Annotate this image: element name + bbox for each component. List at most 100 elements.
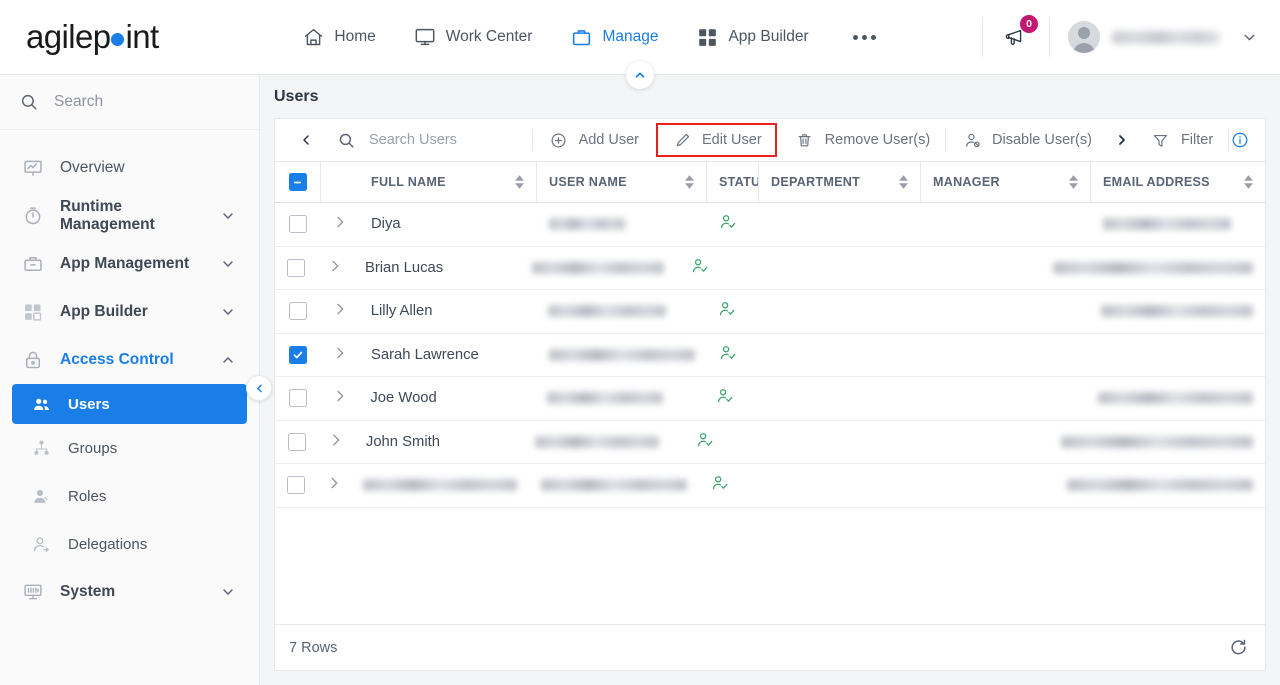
info-button[interactable] xyxy=(1229,131,1265,149)
cell-email-address xyxy=(1086,377,1265,420)
row-checkbox[interactable] xyxy=(289,345,307,364)
table-row[interactable]: Joe Wood xyxy=(275,377,1265,421)
sidebar-nav: Overview Runtime Management App Manageme… xyxy=(0,130,259,616)
row-checkbox[interactable] xyxy=(288,389,307,408)
table-header-row: FULL NAME USER NAME STATUS xyxy=(275,162,1265,203)
header-label-department: DEPARTMENT xyxy=(771,175,861,189)
table-row[interactable]: Brian Lucas xyxy=(275,247,1265,290)
sidebar-item-app-builder[interactable]: App Builder xyxy=(0,288,259,336)
chevron-up-icon xyxy=(217,352,239,368)
header-collapse-button[interactable] xyxy=(626,61,654,89)
header-status[interactable]: STATUS xyxy=(707,162,759,202)
chevron-right-icon xyxy=(332,301,348,321)
sidebar-collapse-button[interactable] xyxy=(246,375,272,401)
system-icon xyxy=(22,582,44,602)
cell-status xyxy=(707,203,759,246)
row-checkbox[interactable] xyxy=(287,258,306,277)
search-icon xyxy=(18,93,40,111)
table-body: Diya Brian Lucas Lilly Allen Sarah Lawrence… xyxy=(275,203,1265,624)
cell-manager xyxy=(917,377,1086,420)
avatar[interactable] xyxy=(1068,21,1100,53)
select-all-cell xyxy=(275,162,321,202)
row-expand-button[interactable] xyxy=(321,334,359,377)
row-expand-button[interactable] xyxy=(321,377,359,420)
header-manager[interactable]: MANAGER xyxy=(921,162,1091,202)
cell-user-name xyxy=(523,421,684,464)
nav-item-manage[interactable]: Manage xyxy=(570,27,658,48)
row-expand-button[interactable] xyxy=(318,421,354,464)
sort-icon[interactable] xyxy=(1244,175,1253,189)
announcements-button[interactable]: 0 xyxy=(1001,15,1038,54)
row-checkbox[interactable] xyxy=(287,432,306,451)
chevron-down-icon[interactable] xyxy=(1238,29,1260,46)
sort-icon[interactable] xyxy=(515,175,524,189)
remove-users-button[interactable]: Remove User(s) xyxy=(779,125,946,155)
sort-icon[interactable] xyxy=(899,175,908,189)
cell-email-address xyxy=(1089,290,1265,333)
sidebar-search[interactable]: Search xyxy=(0,75,259,130)
cell-full-name: Sarah Lawrence xyxy=(359,334,537,377)
sidebar-item-roles[interactable]: Roles xyxy=(0,472,259,520)
sidebar-label-delegations: Delegations xyxy=(68,535,148,553)
search-users-input[interactable]: Search Users xyxy=(327,132,532,149)
user-name-redacted xyxy=(549,218,625,231)
header-department[interactable]: DEPARTMENT xyxy=(759,162,921,202)
sort-icon[interactable] xyxy=(685,175,694,189)
disable-users-label: Disable User(s) xyxy=(992,132,1092,148)
cell-user-name xyxy=(529,464,699,507)
row-expand-button[interactable] xyxy=(321,290,359,333)
full-name-redacted xyxy=(363,479,518,492)
toolbar-back-button[interactable] xyxy=(285,132,327,148)
chevron-right-icon xyxy=(332,214,348,234)
sidebar-item-system[interactable]: System xyxy=(0,568,259,616)
nav-item-app-builder[interactable]: App Builder xyxy=(696,27,809,48)
home-icon xyxy=(302,27,324,48)
header-user-name[interactable]: USER NAME xyxy=(537,162,707,202)
table-row[interactable]: John Smith xyxy=(275,421,1265,464)
add-user-button[interactable]: Add User xyxy=(533,125,654,155)
row-checkbox[interactable] xyxy=(286,476,305,495)
row-checkbox[interactable] xyxy=(288,302,307,321)
header-full-name[interactable]: FULL NAME xyxy=(359,162,537,202)
user-name-redacted xyxy=(1112,30,1220,44)
grid-icon xyxy=(696,27,718,48)
nav-item-work-center[interactable]: Work Center xyxy=(414,26,532,48)
disable-users-button[interactable]: Disable User(s) xyxy=(946,125,1107,155)
nav-item-home[interactable]: Home xyxy=(302,27,376,48)
sidebar: Search Overview Runtime Management App M… xyxy=(0,75,272,685)
select-all-checkbox[interactable] xyxy=(288,173,307,191)
sidebar-item-groups[interactable]: Groups xyxy=(0,424,259,472)
sidebar-label-roles: Roles xyxy=(68,487,107,505)
chevron-right-icon xyxy=(326,475,342,495)
header-label-status: STATUS xyxy=(719,175,758,189)
sidebar-item-runtime-management[interactable]: Runtime Management xyxy=(0,192,259,240)
sidebar-item-access-control[interactable]: Access Control xyxy=(0,336,259,384)
table-row[interactable]: Sarah Lawrence xyxy=(275,334,1265,377)
edit-user-button[interactable]: Edit User xyxy=(656,123,777,157)
sidebar-item-app-management[interactable]: App Management xyxy=(0,240,259,288)
sidebar-item-overview[interactable]: Overview xyxy=(0,144,259,192)
row-expand-button[interactable] xyxy=(318,247,353,290)
sidebar-item-users[interactable]: Users xyxy=(12,384,247,424)
sort-icon[interactable] xyxy=(1069,175,1078,189)
logo-text: agilep int xyxy=(26,18,159,56)
cell-full-name: Lilly Allen xyxy=(359,290,537,333)
row-expand-button[interactable] xyxy=(321,203,359,246)
table-row[interactable] xyxy=(275,464,1265,508)
row-checkbox[interactable] xyxy=(289,215,307,234)
nav-label-manage: Manage xyxy=(602,28,659,45)
refresh-button[interactable] xyxy=(1227,638,1249,657)
table-row[interactable]: Lilly Allen xyxy=(275,290,1265,334)
row-expand-button[interactable] xyxy=(317,464,352,507)
user-active-icon xyxy=(696,431,714,453)
more-options-icon[interactable] xyxy=(847,29,882,46)
toolbar-next-button[interactable] xyxy=(1107,132,1135,148)
cell-department xyxy=(759,203,921,246)
sidebar-item-delegations[interactable]: Delegations xyxy=(0,520,259,568)
cell-email-address xyxy=(1055,464,1265,507)
filter-button[interactable]: Filter xyxy=(1135,125,1228,155)
user-active-icon xyxy=(718,300,736,322)
table-row[interactable]: Diya xyxy=(275,203,1265,247)
user-name-redacted xyxy=(548,305,667,318)
header-email-address[interactable]: EMAIL ADDRESS xyxy=(1091,162,1265,202)
